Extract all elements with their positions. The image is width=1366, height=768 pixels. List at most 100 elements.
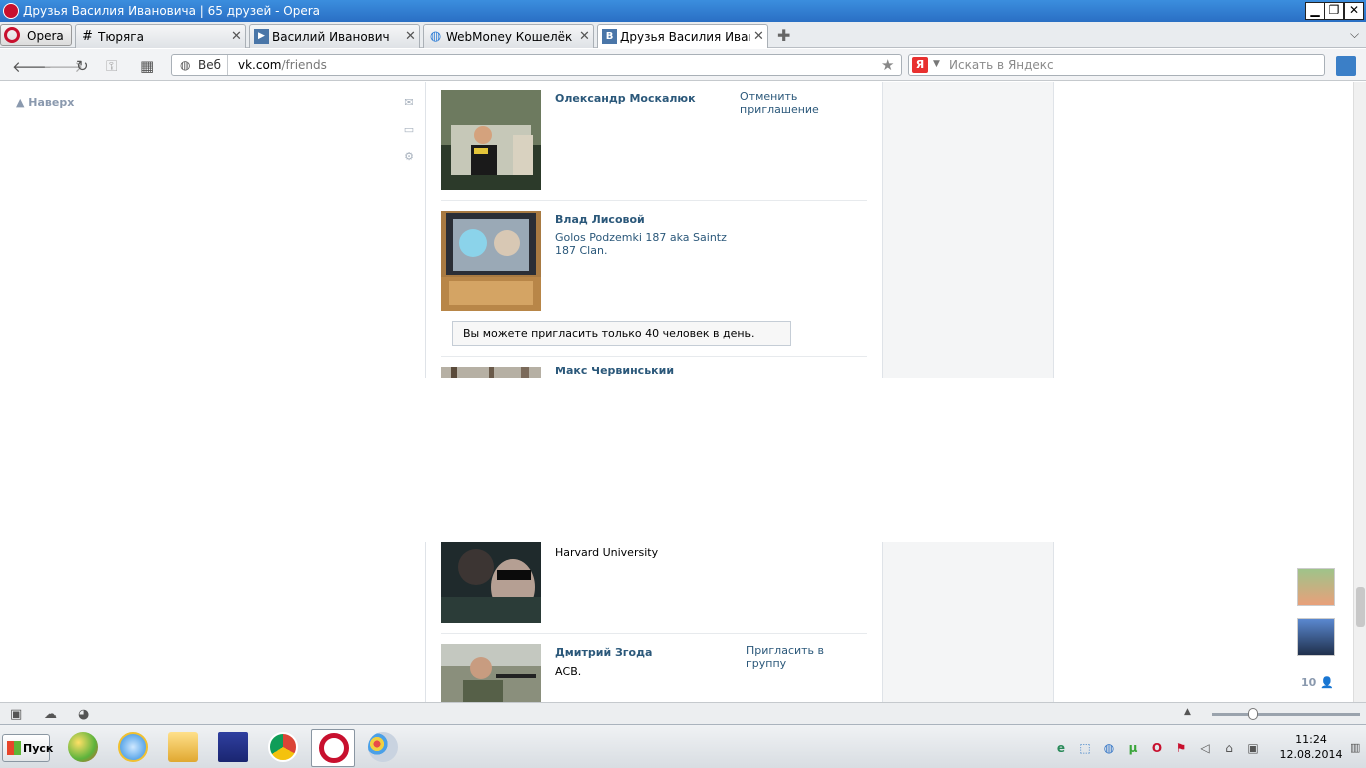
- start-button[interactable]: Пуск: [2, 734, 54, 762]
- online-friend-avatar[interactable]: [1297, 618, 1335, 656]
- cloud-icon[interactable]: ☁: [44, 707, 57, 722]
- taskbar-app-paint[interactable]: [361, 729, 405, 767]
- panel-toggle-icon[interactable]: ▣: [10, 707, 22, 722]
- taskbar-app-chrome[interactable]: [261, 729, 305, 767]
- tab-webmoney[interactable]: ◍ WebMoney Кошелёк »... ✕: [423, 24, 594, 48]
- tab-label: Друзья Василия Иван...: [620, 30, 750, 44]
- friend-photo[interactable]: [441, 644, 541, 702]
- status-bar: ▣ ☁ ◕ ▲: [0, 702, 1366, 724]
- key-icon[interactable]: ⚿: [106, 57, 117, 75]
- tray-usb-icon[interactable]: ⌂: [1222, 741, 1236, 755]
- reload-icon[interactable]: ↻: [76, 57, 89, 75]
- right-column: [883, 82, 1054, 378]
- tab-label: Тюряга: [98, 30, 144, 44]
- tab-vasiliy[interactable]: ▶ Василий Иванович ✕: [249, 24, 420, 48]
- taskbar-app-save[interactable]: [211, 729, 255, 767]
- tray-e-icon[interactable]: e: [1054, 741, 1068, 755]
- gear-icon[interactable]: ⚙: [402, 150, 416, 163]
- vertical-scrollbar[interactable]: [1353, 82, 1366, 702]
- friend-photo[interactable]: [441, 367, 541, 378]
- online-friend-avatar[interactable]: [1297, 568, 1335, 606]
- scrollbar-thumb[interactable]: [1356, 587, 1365, 627]
- tab-turyaga[interactable]: # Тюряга ✕: [75, 24, 246, 48]
- tray-flag-icon[interactable]: ⚑: [1174, 741, 1188, 755]
- url-host: vk.com: [238, 58, 282, 72]
- start-label: Пуск: [23, 742, 54, 755]
- tray-globe-icon[interactable]: ◍: [1102, 741, 1116, 755]
- taskbar-app-ie[interactable]: [111, 729, 155, 767]
- chrome-icon: [268, 732, 298, 762]
- tab-close-icon[interactable]: ✕: [579, 29, 590, 44]
- speedometer-icon[interactable]: ◕: [78, 707, 89, 722]
- url-text[interactable]: vk.com/friends: [238, 58, 327, 72]
- video-icon: ▶: [254, 29, 269, 44]
- taskbar-app-opera[interactable]: [311, 729, 355, 767]
- tab-vk-friends[interactable]: В Друзья Василия Иван... ✕: [597, 24, 768, 48]
- friend-photo[interactable]: [441, 542, 541, 623]
- tab-close-icon[interactable]: ✕: [753, 29, 764, 44]
- friend-info[interactable]: АСВ.: [555, 665, 735, 678]
- scroll-top-label: Наверх: [28, 96, 75, 109]
- tray-utorrent-icon[interactable]: µ: [1126, 741, 1140, 755]
- clock[interactable]: 11:24 12.08.2014: [1276, 732, 1346, 762]
- cancel-invitation-link[interactable]: Отменить приглашение: [740, 90, 867, 116]
- bookmark-star-icon[interactable]: ★: [881, 56, 894, 74]
- online-count-value: 10: [1301, 676, 1317, 689]
- windows-flag-icon: [7, 741, 21, 755]
- friend-photo-image: [441, 211, 541, 311]
- yandex-icon[interactable]: Я: [912, 57, 928, 73]
- opera-menu-label: Opera: [27, 29, 64, 43]
- new-tab-icon[interactable]: ✚: [777, 26, 790, 45]
- show-desktop-icon[interactable]: ▥: [1350, 741, 1360, 754]
- downloads-icon[interactable]: [1336, 56, 1356, 76]
- zoom-slider-handle[interactable]: [1248, 708, 1258, 720]
- friend-name[interactable]: Макс Червинський: [555, 367, 674, 377]
- tab-list-icon[interactable]: ⌵: [1350, 27, 1359, 42]
- taskbar-app-explorer[interactable]: [161, 729, 205, 767]
- tab-close-icon[interactable]: ✕: [405, 29, 416, 44]
- mail-icon[interactable]: ✉: [402, 96, 416, 109]
- tray-opera-icon[interactable]: O: [1150, 741, 1164, 755]
- opera-menu-button[interactable]: Opera: [0, 24, 72, 46]
- scroll-top-link[interactable]: ▲ Наверх: [16, 96, 74, 109]
- user-icon: 👤: [1320, 676, 1334, 689]
- chevron-up-icon[interactable]: ▲: [1184, 707, 1191, 717]
- floppy-disk-icon: [218, 732, 248, 762]
- friend-photo[interactable]: [441, 211, 541, 311]
- friend-info[interactable]: Golos Podzemki 187 aka Saintz 187 Clan.: [555, 231, 735, 257]
- friend-name[interactable]: Дмитрий Згода: [555, 646, 652, 659]
- tray-network-icon[interactable]: ⬚: [1078, 741, 1092, 755]
- friend-info[interactable]: Harvard University: [555, 546, 735, 559]
- minimize-button[interactable]: ▁: [1305, 2, 1325, 20]
- friend-photo[interactable]: [441, 90, 541, 190]
- search-input[interactable]: [949, 57, 1309, 73]
- opera-logo-icon: [3, 3, 19, 19]
- list-item: Влад Лисовой Golos Podzemki 187 aka Sain…: [441, 211, 867, 311]
- list-item: Harvard University: [441, 542, 867, 623]
- search-field[interactable]: Я ▼: [908, 54, 1325, 76]
- list-item: Дмитрий Згода АСВ. Пригласить в группу: [441, 644, 867, 702]
- hash-icon: #: [82, 29, 93, 44]
- tray-volume-icon[interactable]: ◁: [1198, 741, 1212, 755]
- tray-monitor-icon[interactable]: ▣: [1246, 741, 1260, 755]
- vk-icon: В: [602, 29, 617, 44]
- globe-icon: ◍: [429, 29, 442, 44]
- tab-label: WebMoney Кошелёк »...: [446, 30, 576, 44]
- taskbar-app-ball[interactable]: [61, 729, 105, 767]
- tab-close-icon[interactable]: ✕: [231, 29, 242, 44]
- internet-explorer-icon: [118, 732, 148, 762]
- address-field[interactable]: ◍ Веб vk.com/friends ★: [171, 54, 902, 76]
- close-window-button[interactable]: ✕: [1344, 2, 1364, 20]
- restore-button[interactable]: ❐: [1324, 2, 1344, 20]
- friend-name[interactable]: Олександр Москалюк: [555, 92, 696, 105]
- friend-name[interactable]: Влад Лисовой: [555, 213, 645, 226]
- web-badge[interactable]: ◍ Веб: [172, 55, 228, 75]
- chevron-down-icon[interactable]: ▼: [933, 59, 940, 69]
- url-path: /friends: [281, 58, 327, 72]
- online-friends-count[interactable]: 10 👤: [1301, 676, 1334, 689]
- invite-to-group-link[interactable]: Пригласить в группу: [746, 644, 867, 670]
- window-title: Друзья Василия Ивановича | 65 друзей - O…: [23, 4, 320, 18]
- chat-icon[interactable]: ▭: [402, 123, 416, 136]
- speed-dial-icon[interactable]: ▦: [140, 57, 154, 75]
- zoom-slider-track[interactable]: [1212, 713, 1360, 716]
